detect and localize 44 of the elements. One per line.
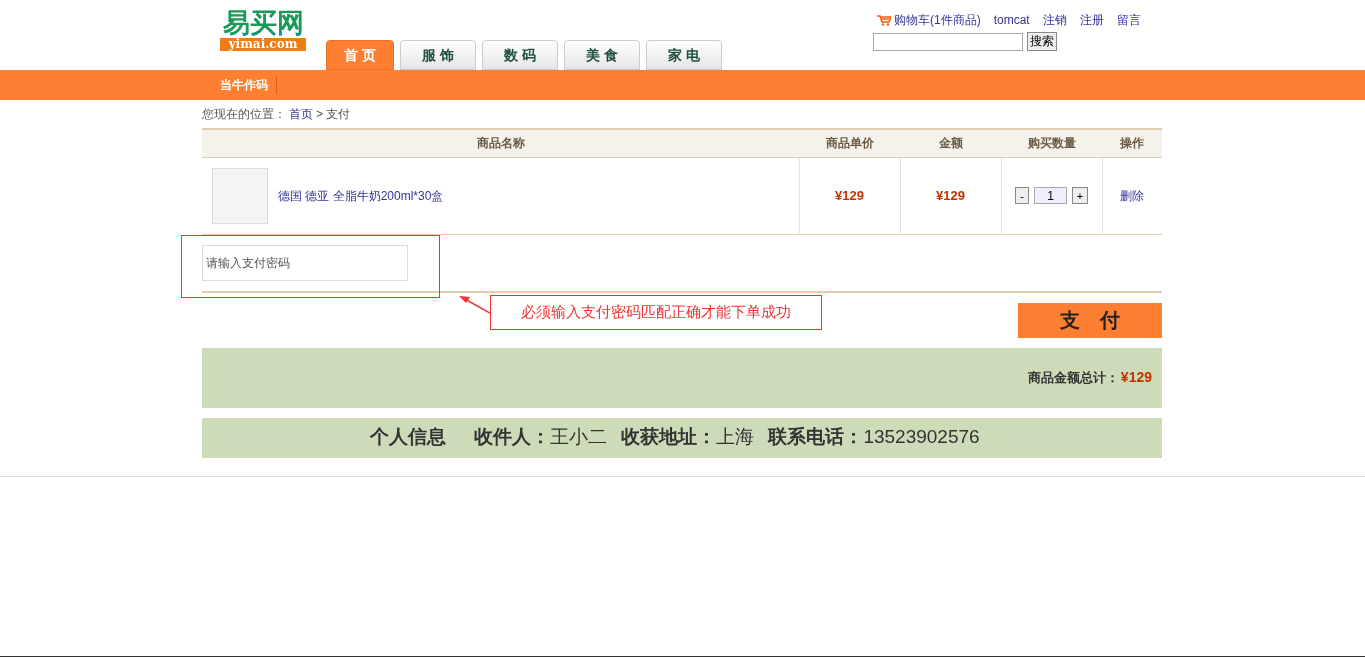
column-header: 操作	[1102, 129, 1162, 157]
column-header: 商品名称	[202, 129, 799, 157]
info-value: 上海	[716, 425, 755, 450]
logo-domain: yimai.com	[220, 38, 306, 51]
plus-button[interactable]: +	[1072, 187, 1088, 204]
info-label: 收获地址：	[621, 425, 717, 450]
product-link[interactable]: 德国 德亚 全脂牛奶200ml*30盒	[278, 186, 444, 205]
breadcrumb-separator: >	[316, 106, 323, 123]
header-link[interactable]: 注销	[1042, 11, 1067, 29]
annotation-callout: 必须输入支付密码匹配正确才能下单成功	[490, 295, 822, 330]
header-link[interactable]: tomcat	[993, 11, 1030, 29]
search-field[interactable]	[873, 32, 1023, 51]
header-link[interactable]: 注册	[1079, 11, 1104, 29]
cart-icon	[877, 14, 891, 26]
breadcrumb-label: 您现在的位置：	[202, 106, 286, 123]
info-heading: 个人信息	[370, 425, 447, 450]
cart-link[interactable]: 购物车(1件商品)	[894, 11, 981, 29]
logo-title: 易买网	[222, 8, 304, 38]
pay-button[interactable]: 支 付	[1018, 302, 1162, 338]
quantity-field[interactable]: 1	[1034, 187, 1067, 204]
breadcrumb-current: 支付	[326, 106, 350, 123]
nav-tab[interactable]: 家 电	[646, 40, 722, 70]
arrow-icon	[459, 295, 490, 314]
column-header: 购买数量	[1001, 129, 1102, 157]
column-header: 金额	[900, 129, 1001, 157]
search-button[interactable]: 搜索	[1027, 32, 1057, 51]
column-header: 商品单价	[799, 129, 900, 157]
amount-cell: ¥129	[900, 157, 1001, 234]
nav-tab[interactable]: 数 码	[482, 40, 558, 70]
total-label: 商品金额总计：	[1027, 368, 1119, 387]
password-field[interactable]: 请输入支付密码	[202, 244, 408, 281]
info-label: 联系电话：	[768, 425, 864, 450]
header-link[interactable]: 留言	[1116, 11, 1141, 29]
product-photo-placeholder	[212, 167, 268, 224]
nav-tab[interactable]: 美 食	[564, 40, 640, 70]
delete-link[interactable]: 删除	[1120, 188, 1145, 203]
info-value: 王小二	[550, 425, 608, 450]
minus-button[interactable]: -	[1015, 187, 1029, 204]
info-label: 收件人：	[474, 425, 551, 450]
info-value: 13523902576	[863, 425, 980, 450]
nav-tab[interactable]: 服 饰	[400, 40, 476, 70]
breadcrumb-link[interactable]: 首页	[289, 105, 313, 123]
total-value: ¥129	[1120, 368, 1152, 387]
price-cell: ¥129	[799, 157, 900, 234]
